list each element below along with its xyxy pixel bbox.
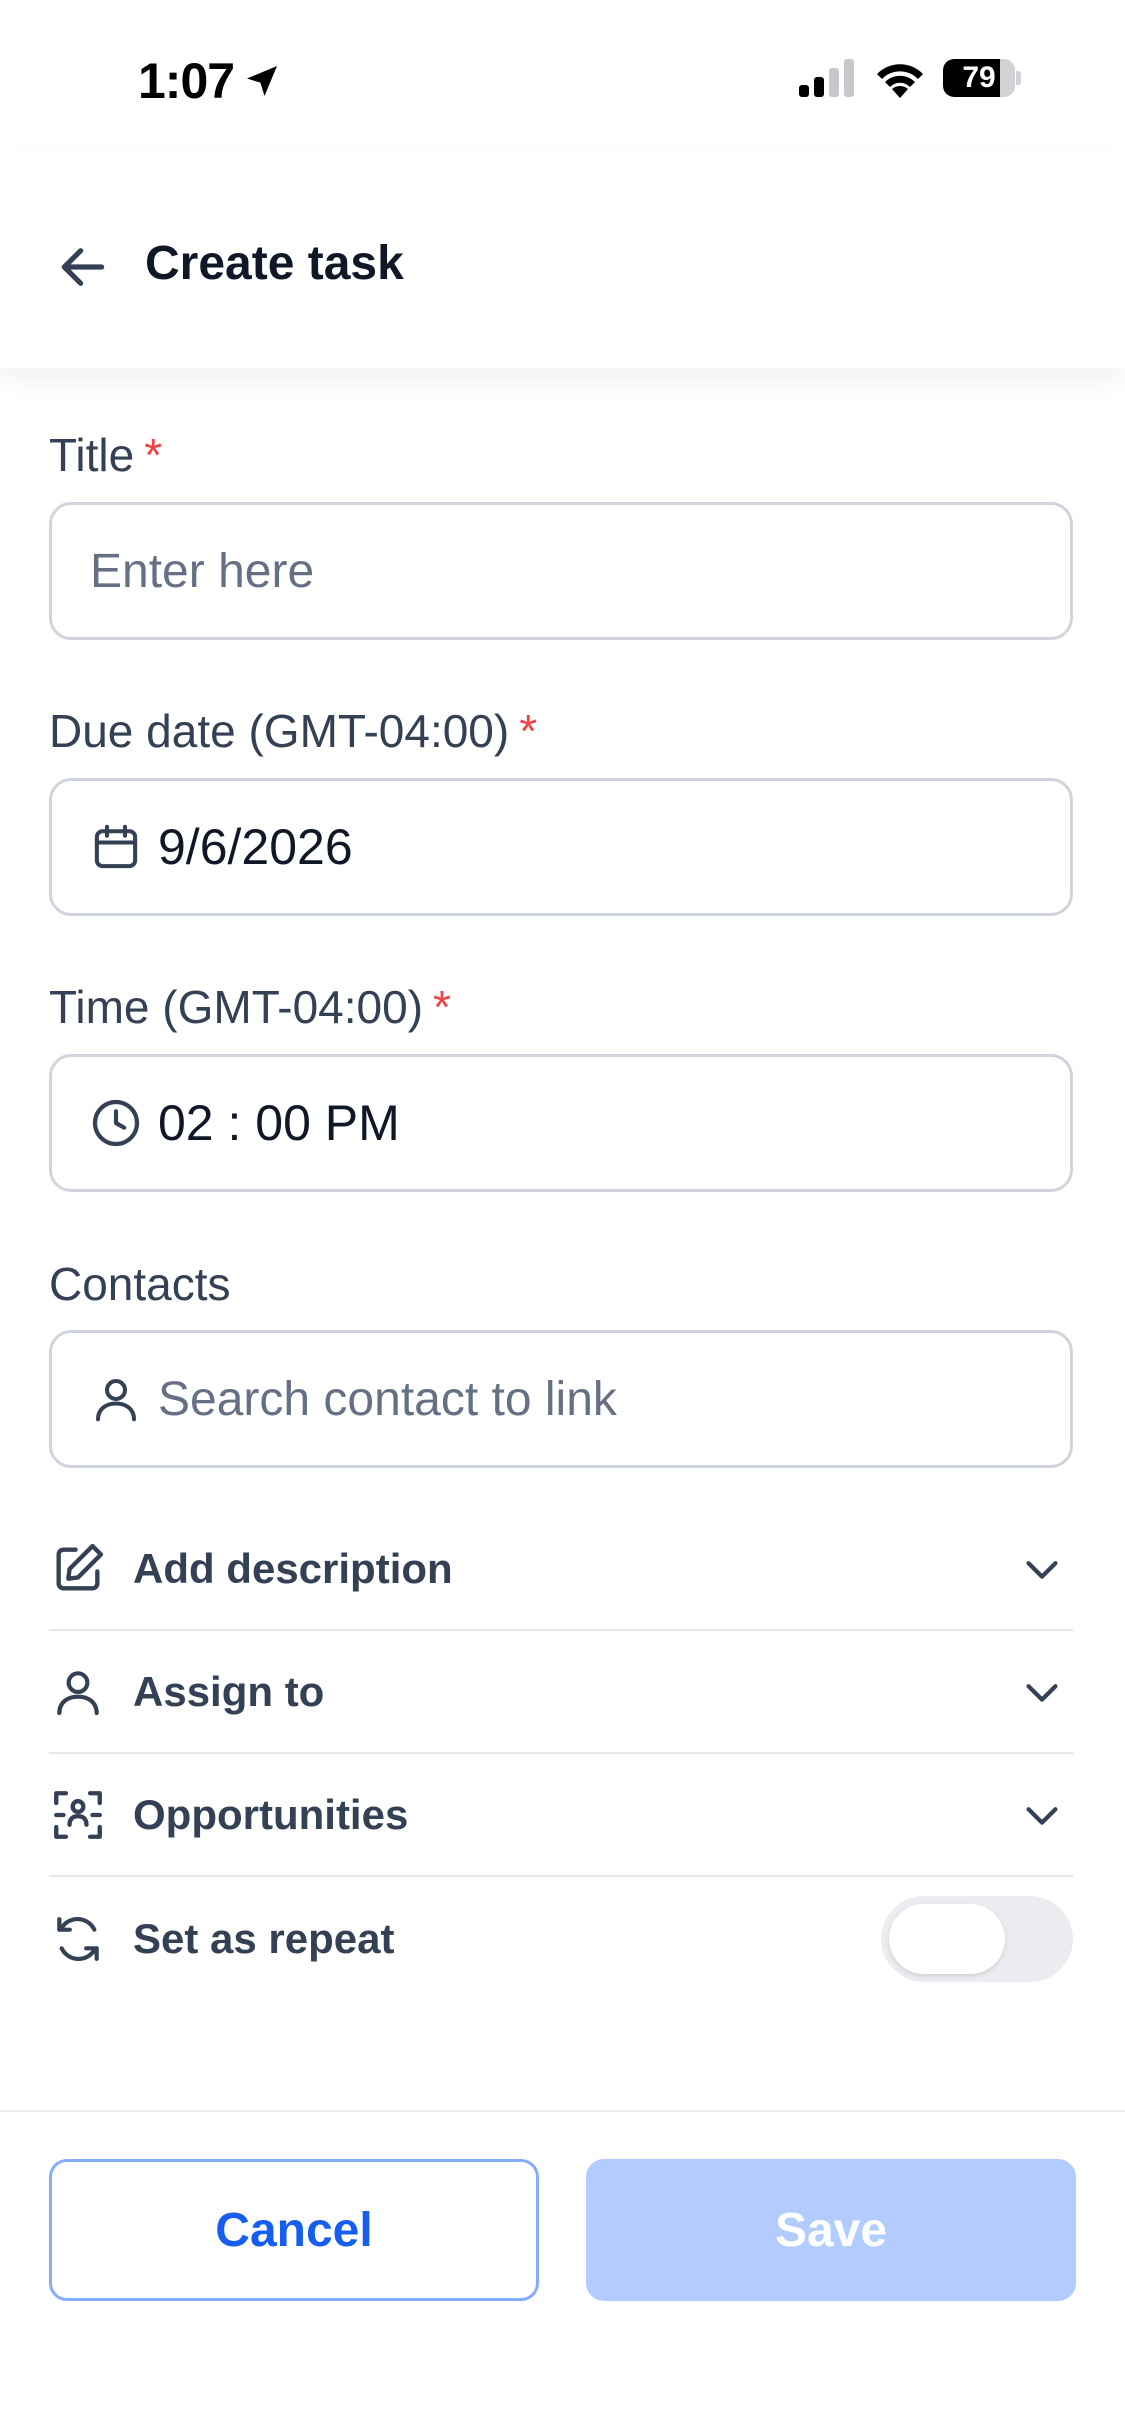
add-description-row[interactable]: Add description bbox=[49, 1508, 1073, 1631]
opportunities-row[interactable]: Opportunities bbox=[49, 1754, 1073, 1877]
title-label: Title * bbox=[49, 428, 162, 482]
cellular-signal-icon bbox=[799, 59, 854, 97]
due-date-label: Due date (GMT-04:00) * bbox=[49, 704, 537, 758]
toggle-knob bbox=[889, 1903, 1005, 1974]
due-date-value: 9/6/2026 bbox=[158, 819, 353, 875]
battery-icon: 79 bbox=[943, 59, 1021, 97]
page-title: Create task bbox=[145, 237, 404, 290]
opportunities-icon bbox=[49, 1786, 107, 1844]
status-time: 1:07 bbox=[138, 52, 282, 110]
back-button[interactable] bbox=[50, 234, 116, 300]
required-mark: * bbox=[144, 429, 163, 481]
arrow-left-icon bbox=[61, 248, 105, 286]
save-button[interactable]: Save bbox=[586, 2159, 1076, 2301]
edit-icon bbox=[49, 1540, 107, 1598]
repeat-icon bbox=[49, 1910, 107, 1968]
opportunities-label: Opportunities bbox=[133, 1790, 409, 1838]
add-description-label: Add description bbox=[133, 1544, 453, 1592]
assign-to-row[interactable]: Assign to bbox=[49, 1631, 1073, 1754]
due-date-picker[interactable]: 9/6/2026 bbox=[49, 778, 1073, 916]
required-mark: * bbox=[519, 705, 538, 757]
contacts-label-text: Contacts bbox=[49, 1258, 231, 1310]
repeat-toggle[interactable] bbox=[881, 1895, 1073, 1982]
chevron-down-icon[interactable] bbox=[1017, 1790, 1067, 1840]
contacts-search-box[interactable]: Search contact to link bbox=[49, 1330, 1073, 1468]
time-label: Time (GMT-04:00) * bbox=[49, 980, 451, 1034]
wifi-icon bbox=[877, 64, 923, 98]
status-time-text: 1:07 bbox=[138, 53, 235, 109]
chevron-down-icon[interactable] bbox=[1017, 1544, 1067, 1594]
contacts-search-placeholder[interactable]: Search contact to link bbox=[158, 1372, 617, 1427]
app-header: Create task bbox=[0, 150, 1125, 368]
cancel-button[interactable]: Cancel bbox=[49, 2159, 539, 2301]
user-icon bbox=[88, 1371, 144, 1427]
status-bar: 1:07 79 bbox=[0, 0, 1125, 150]
title-input-box[interactable] bbox=[49, 502, 1073, 640]
clock-icon bbox=[88, 1095, 144, 1151]
time-label-text: Time (GMT-04:00) bbox=[49, 981, 424, 1033]
assign-to-label: Assign to bbox=[133, 1667, 325, 1715]
battery-level: 79 bbox=[962, 61, 996, 94]
location-arrow-icon bbox=[247, 66, 278, 96]
footer-actions: Cancel Save bbox=[0, 2110, 1125, 2436]
calendar-icon bbox=[88, 819, 144, 875]
time-picker[interactable]: 02 : 00 PM bbox=[49, 1054, 1073, 1192]
required-mark: * bbox=[433, 981, 451, 1033]
status-indicators: 79 bbox=[799, 58, 1021, 98]
due-date-label-text: Due date (GMT-04:00) bbox=[49, 705, 510, 757]
set-as-repeat-row: Set as repeat bbox=[49, 1877, 1073, 2000]
title-input[interactable] bbox=[88, 542, 1070, 600]
contacts-label: Contacts bbox=[49, 1257, 231, 1311]
title-label-text: Title bbox=[49, 429, 135, 481]
user-icon bbox=[49, 1663, 107, 1721]
chevron-down-icon[interactable] bbox=[1017, 1667, 1067, 1717]
time-value: 02 : 00 PM bbox=[158, 1095, 400, 1151]
set-as-repeat-label: Set as repeat bbox=[133, 1914, 395, 1962]
